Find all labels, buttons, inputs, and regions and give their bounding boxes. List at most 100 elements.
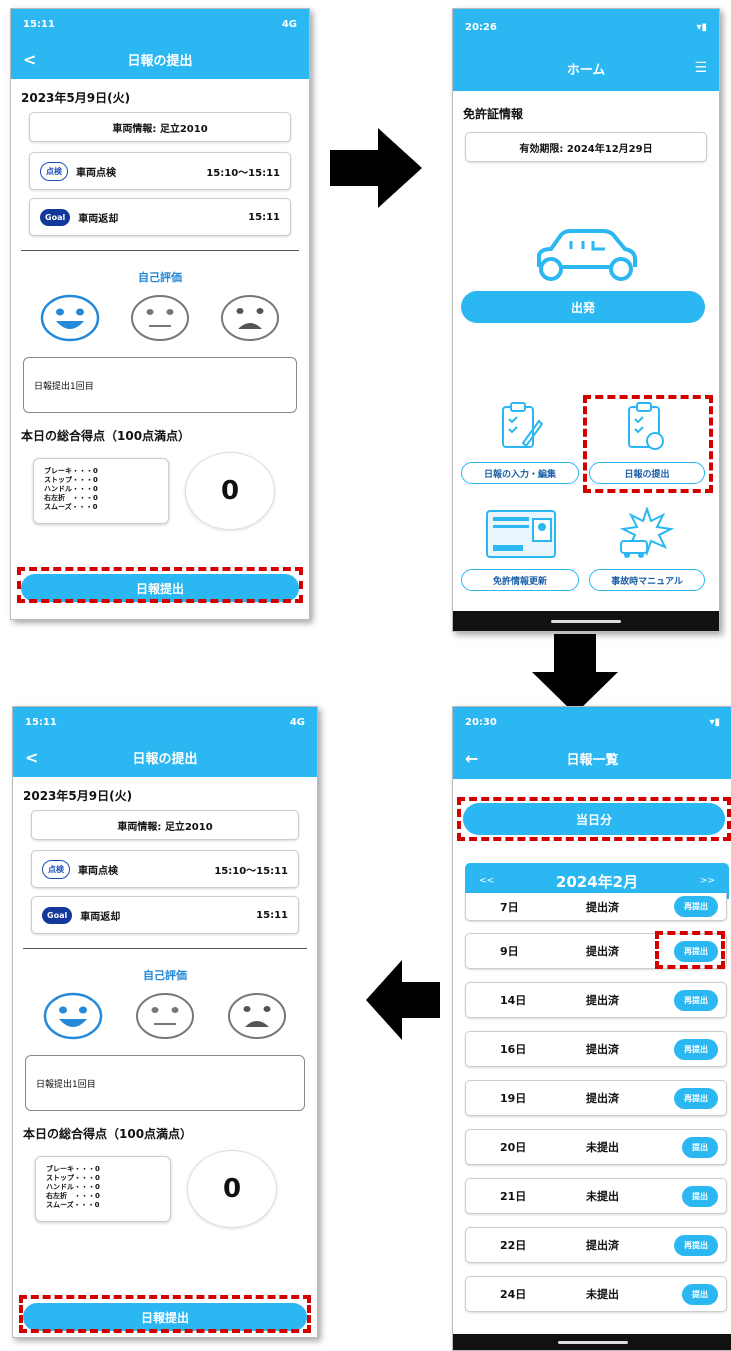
license-card-icon <box>486 510 556 558</box>
list-row[interactable]: 21日 未提出 提出 <box>465 1178 727 1214</box>
resubmit-button[interactable]: 再提出 <box>674 1234 718 1256</box>
car-icon <box>537 229 637 281</box>
happy-face-icon[interactable] <box>42 991 104 1041</box>
row-status: 未提出 <box>586 1288 619 1301</box>
page-title: ホーム <box>566 62 606 78</box>
inspection-time: 15:10〜15:11 <box>206 167 280 179</box>
comment-field[interactable]: 日報提出1回目 <box>23 357 297 413</box>
nav-bar: < 日報の提出 <box>11 39 309 79</box>
status-bar: 20:26 ▾▮ <box>453 9 719 45</box>
return-label: 車両返却 <box>78 213 119 225</box>
next-month-button[interactable]: >> <box>700 876 715 886</box>
wifi-battery-icon: ▾▮ <box>696 21 707 33</box>
report-list-screen: 20:30 ▾▮ ← 日報一覧 当日分 << 2024年2月 >> 7日 提出済再… <box>452 706 731 1351</box>
list-row[interactable]: 24日 未提出 提出 <box>465 1276 727 1312</box>
list-row[interactable]: 9日 提出済 再提出 <box>465 933 727 969</box>
row-status: 提出済 <box>586 945 619 958</box>
status-bar: 15:11 4G <box>13 707 317 737</box>
score-area: ブレーキ・・・0 ストップ・・・0 ハンドル・・・0 右左折 ・・・0 スムーズ… <box>13 1150 317 1228</box>
goal-badge: Goal <box>42 906 73 924</box>
home-indicator-handle <box>557 1340 628 1344</box>
status-time: 15:11 <box>23 18 55 30</box>
row-status: 未提出 <box>586 1141 619 1154</box>
comment-field[interactable]: 日報提出1回目 <box>25 1055 305 1111</box>
report-screen-top: 15:11 4G < 日報の提出 2023年5月9日(火) 車両情報: 足立20… <box>10 8 310 620</box>
license-label: 免許証情報 <box>463 107 524 121</box>
resubmit-button[interactable]: 再提出 <box>674 1087 718 1109</box>
report-submit-menu-button[interactable]: 日報の提出 <box>589 462 705 484</box>
report-date: 2023年5月9日(火) <box>21 91 131 105</box>
resubmit-button[interactable]: 再提出 <box>674 940 718 962</box>
row-day: 24日 <box>500 1288 527 1301</box>
self-eval-label: 自己評価 <box>143 969 187 982</box>
inspection-row[interactable]: 点検 車両点検 15:10〜15:11 <box>29 152 291 190</box>
license-update-button[interactable]: 免許情報更新 <box>461 569 579 591</box>
divider <box>21 250 299 251</box>
return-time: 15:11 <box>256 909 288 921</box>
return-row[interactable]: Goal 車両返却 15:11 <box>29 198 291 236</box>
resubmit-button[interactable]: 提出 <box>682 1136 718 1158</box>
score-item: ブレーキ・・・0 <box>46 1165 100 1173</box>
back-arrow-icon[interactable]: ← <box>465 749 478 768</box>
score-area: ブレーキ・・・0 ストップ・・・0 ハンドル・・・0 右左折 ・・・0 スムーズ… <box>11 452 309 530</box>
row-day: 22日 <box>500 1239 527 1252</box>
clipboard-edit-icon <box>502 402 543 448</box>
score-item: ハンドル・・・0 <box>46 1183 100 1191</box>
submit-report-button[interactable]: 日報提出 <box>23 1303 307 1331</box>
total-score: 0 <box>187 1150 277 1228</box>
neutral-face-icon[interactable] <box>129 293 191 343</box>
home-indicator <box>453 611 719 631</box>
home-screen: 20:26 ▾▮ ホーム ☰ 免許証情報 有効期限: 2024年12月29日 出… <box>452 8 720 632</box>
back-chevron-icon[interactable]: < <box>25 748 38 767</box>
list-row[interactable]: 16日 提出済 再提出 <box>465 1031 727 1067</box>
row-day: 9日 <box>500 945 519 958</box>
inspection-row[interactable]: 点検 車両点検 15:10〜15:11 <box>31 850 299 888</box>
resubmit-button[interactable]: 提出 <box>682 1283 718 1305</box>
list-row[interactable]: 19日 提出済 再提出 <box>465 1080 727 1116</box>
score-title: 本日の総合得点（100点満点） <box>21 429 191 443</box>
inspection-label: 車両点検 <box>78 865 118 877</box>
status-time: 15:11 <box>25 716 57 728</box>
list-row[interactable]: 20日 未提出 提出 <box>465 1129 727 1165</box>
row-status: 提出済 <box>586 1092 619 1105</box>
resubmit-button[interactable]: 再提出 <box>674 896 718 917</box>
vehicle-info: 車両情報: 足立2010 <box>31 810 299 840</box>
submit-report-button[interactable]: 日報提出 <box>21 574 299 602</box>
depart-button[interactable]: 出発 <box>461 291 705 323</box>
home-indicator <box>453 1334 731 1350</box>
today-button[interactable]: 当日分 <box>463 803 725 835</box>
resubmit-button[interactable]: 再提出 <box>674 989 718 1011</box>
page-title: 日報の提出 <box>127 53 193 69</box>
accident-manual-button[interactable]: 事故時マニュアル <box>589 569 705 591</box>
resubmit-button[interactable]: 提出 <box>682 1185 718 1207</box>
neutral-face-icon[interactable] <box>134 991 196 1041</box>
self-eval-label: 自己評価 <box>138 271 182 284</box>
list-row[interactable]: 7日 提出済 再提出 <box>465 893 727 921</box>
list-row[interactable]: 14日 提出済 再提出 <box>465 982 727 1018</box>
score-item: スムーズ・・・0 <box>46 1201 100 1209</box>
hamburger-menu-icon[interactable]: ☰ <box>694 60 707 76</box>
inspection-badge: 点検 <box>42 859 70 879</box>
report-screen-bottom: 15:11 4G < 日報の提出 2023年5月9日(火) 車両情報: 足立20… <box>12 706 318 1338</box>
divider <box>23 948 307 949</box>
happy-face-icon[interactable] <box>39 293 101 343</box>
score-item: スムーズ・・・0 <box>44 503 98 511</box>
score-item: ハンドル・・・0 <box>44 485 98 493</box>
wifi-battery-icon: ▾▮ <box>709 716 720 728</box>
back-chevron-icon[interactable]: < <box>23 50 36 69</box>
row-day: 16日 <box>500 1043 527 1056</box>
sad-face-icon[interactable] <box>226 991 288 1041</box>
sad-face-icon[interactable] <box>219 293 281 343</box>
resubmit-button[interactable]: 再提出 <box>674 1038 718 1060</box>
status-signal: 4G <box>289 716 305 728</box>
return-row[interactable]: Goal 車両返却 15:11 <box>31 896 299 934</box>
prev-month-button[interactable]: << <box>479 876 494 886</box>
return-label: 車両返却 <box>80 911 121 923</box>
row-day: 20日 <box>500 1141 527 1154</box>
clipboard-check-icon <box>628 402 664 450</box>
report-input-edit-button[interactable]: 日報の入力・編集 <box>461 462 579 484</box>
list-row[interactable]: 22日 提出済 再提出 <box>465 1227 727 1263</box>
row-status: 提出済 <box>586 1239 619 1252</box>
status-time: 20:26 <box>465 21 497 33</box>
arrow-down-icon <box>532 634 618 714</box>
